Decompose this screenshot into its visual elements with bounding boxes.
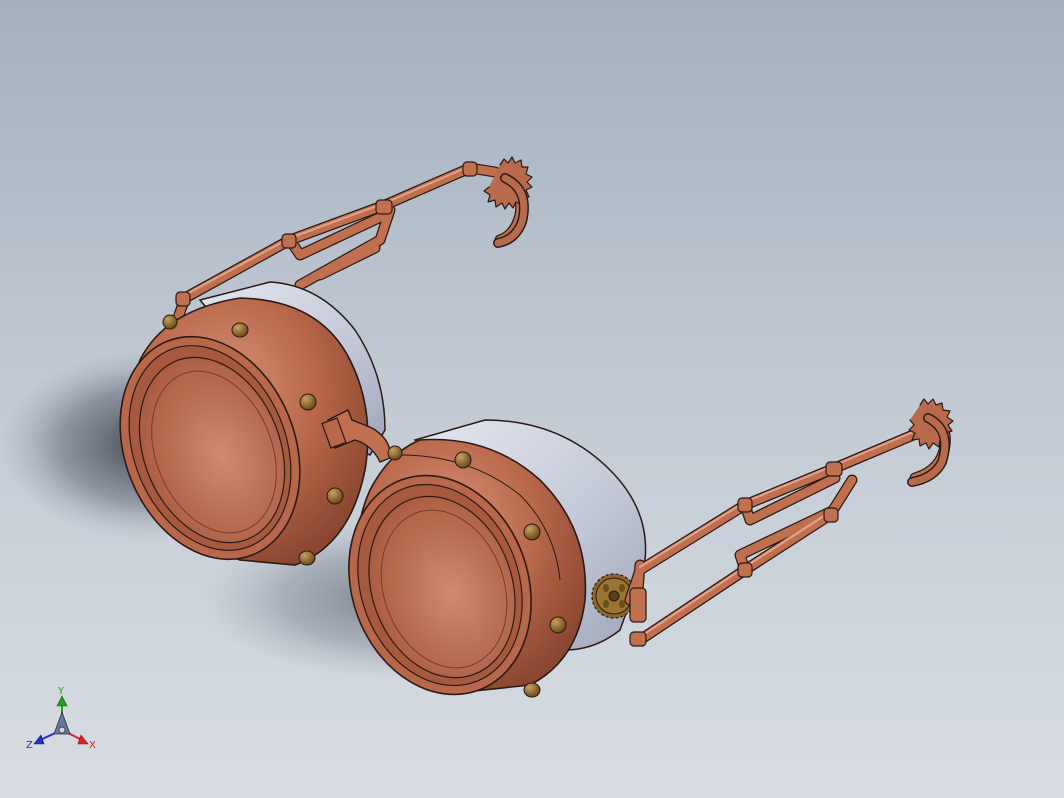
model-scene[interactable] bbox=[0, 0, 1064, 798]
right-temple-arm[interactable] bbox=[624, 398, 954, 647]
graphics-viewport[interactable]: Y X Z bbox=[0, 0, 1064, 798]
triad-z-label: Z bbox=[26, 740, 33, 751]
orientation-triad[interactable]: Y X Z bbox=[26, 682, 106, 758]
triad-x-label: X bbox=[89, 740, 96, 751]
triad-y-label: Y bbox=[57, 686, 65, 697]
